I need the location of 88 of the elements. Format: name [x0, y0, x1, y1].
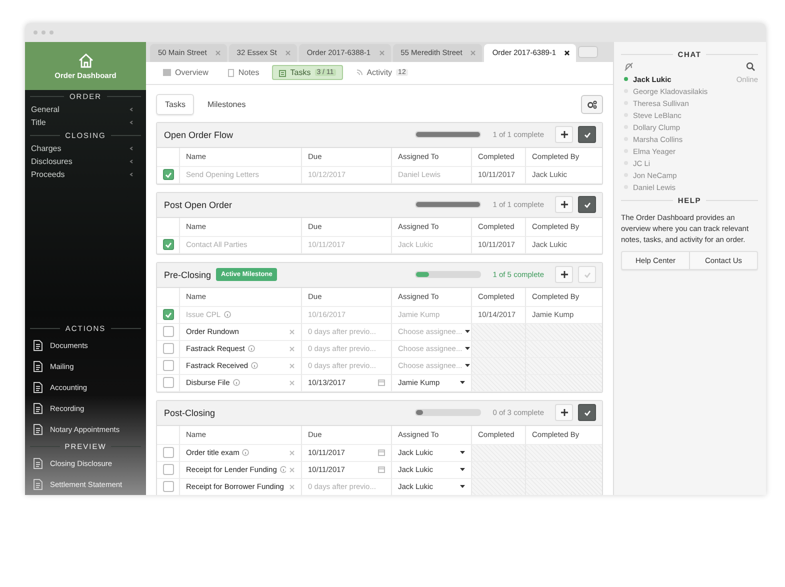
window-dots-icon	[33, 30, 55, 35]
info-icon[interactable]	[248, 345, 255, 352]
task-checkbox[interactable]	[162, 377, 174, 388]
complete-button[interactable]	[578, 404, 596, 422]
check-icon	[584, 202, 590, 208]
remove-icon[interactable]	[289, 466, 295, 473]
remove-icon[interactable]	[289, 380, 295, 386]
info-icon[interactable]	[280, 466, 286, 474]
subtab[interactable]: Overview	[156, 65, 216, 80]
view-toggle[interactable]: Tasks	[156, 94, 194, 115]
document-icon	[33, 458, 43, 469]
info-icon[interactable]	[224, 311, 231, 318]
document-icon	[33, 403, 43, 414]
check-icon	[164, 172, 172, 178]
mute-icon[interactable]	[624, 62, 633, 71]
remove-icon[interactable]	[289, 362, 295, 369]
caret-icon	[129, 107, 134, 112]
document-icon	[33, 382, 43, 393]
sidebar-item[interactable]: Title	[25, 116, 146, 129]
add-button[interactable]	[555, 126, 573, 144]
caret-icon	[465, 347, 470, 350]
info-icon[interactable]	[232, 379, 240, 386]
complete-button[interactable]	[578, 196, 596, 214]
house-icon	[78, 52, 94, 68]
view-toggle[interactable]: Milestones	[198, 94, 255, 115]
section-title: Open Order Flow	[164, 130, 234, 140]
add-button[interactable]	[555, 266, 573, 284]
remove-icon[interactable]	[289, 346, 295, 352]
feed-icon	[356, 69, 363, 76]
task-checkbox[interactable]	[162, 343, 174, 354]
grid-icon	[163, 69, 171, 76]
check-icon	[164, 312, 172, 318]
caret-icon	[460, 468, 465, 472]
task-checkbox[interactable]	[162, 447, 174, 458]
check-icon	[584, 272, 590, 278]
check-icon	[164, 242, 172, 248]
clipboard-icon	[279, 68, 286, 77]
task-checkbox[interactable]	[162, 169, 174, 180]
info-icon[interactable]	[251, 362, 258, 370]
caret-icon	[460, 381, 465, 384]
task-checkbox[interactable]	[162, 464, 174, 476]
check-icon	[584, 410, 590, 416]
plus-icon	[560, 409, 568, 416]
sidebar-item[interactable]: Proceeds	[25, 168, 146, 181]
task-checkbox[interactable]	[162, 360, 174, 372]
document-icon	[33, 340, 43, 351]
add-button[interactable]	[555, 196, 573, 214]
add-button[interactable]	[555, 404, 573, 422]
remove-icon[interactable]	[289, 328, 295, 335]
gears-icon	[587, 100, 597, 109]
caret-icon	[465, 330, 470, 334]
info-icon[interactable]	[242, 449, 250, 456]
calendar-icon[interactable]	[378, 449, 385, 456]
plus-icon	[560, 201, 568, 208]
task-checkbox[interactable]	[162, 309, 174, 320]
check-icon	[584, 132, 590, 138]
new-tab-button[interactable]	[578, 46, 598, 58]
search-icon[interactable]	[746, 62, 755, 71]
document-icon	[33, 479, 43, 490]
caret-icon	[460, 485, 465, 488]
caret-icon	[460, 451, 465, 454]
remove-icon[interactable]	[289, 450, 295, 456]
page-icon	[228, 68, 234, 77]
sidebar-item[interactable]: General	[25, 103, 146, 116]
task-checkbox[interactable]	[162, 239, 174, 250]
calendar-icon[interactable]	[378, 466, 385, 474]
document-icon	[33, 424, 43, 435]
close-icon[interactable]	[564, 50, 570, 56]
document-icon	[33, 361, 43, 372]
caret-icon	[465, 364, 470, 368]
caret-icon	[129, 146, 134, 151]
sidebar-item[interactable]: Charges	[25, 142, 146, 155]
settings-button[interactable]	[581, 94, 603, 114]
section-title: Post Open Order	[164, 200, 232, 210]
task-checkbox[interactable]	[162, 481, 174, 492]
caret-icon	[129, 172, 134, 177]
calendar-icon[interactable]	[378, 379, 385, 386]
plus-icon	[560, 271, 568, 278]
caret-icon	[129, 159, 134, 164]
task-checkbox[interactable]	[162, 326, 174, 338]
section-title: Post-Closing	[164, 408, 216, 418]
section-title: Pre-Closing	[164, 270, 212, 280]
sidebar-item[interactable]: Disclosures	[25, 155, 146, 168]
subtab[interactable]: Notes	[221, 65, 266, 80]
complete-button[interactable]	[578, 126, 596, 144]
caret-icon	[129, 120, 134, 125]
plus-icon	[560, 131, 568, 138]
remove-icon[interactable]	[289, 484, 295, 490]
